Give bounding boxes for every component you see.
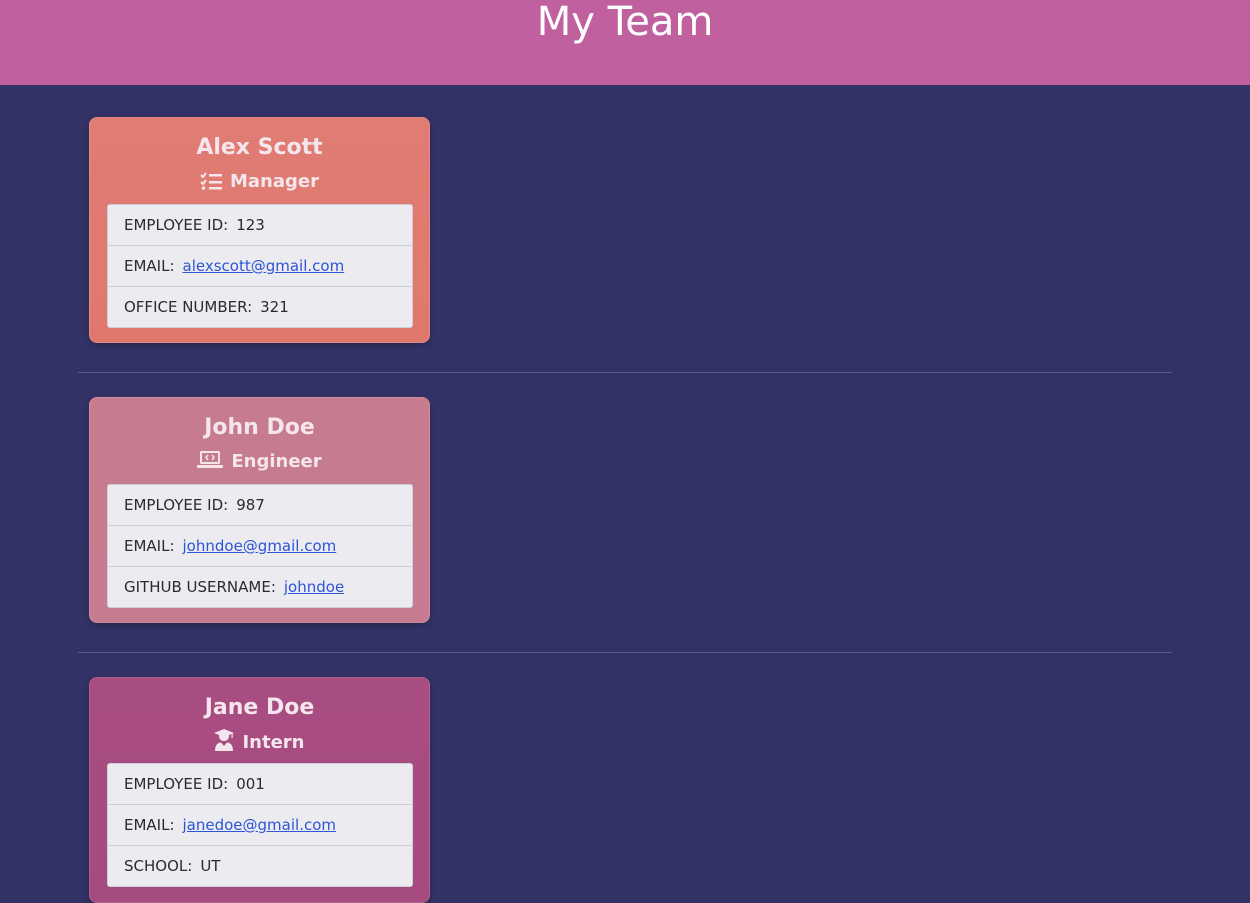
row-value: UT — [200, 857, 221, 875]
github-link[interactable]: johndoe — [284, 578, 344, 596]
row-label: OFFICE NUMBER: — [124, 298, 253, 316]
row-label: GITHUB USERNAME: — [124, 578, 276, 596]
role-label: Manager — [230, 171, 319, 192]
list-item-employee-id: EMPLOYEE ID: 001 — [108, 764, 412, 805]
row-label: EMPLOYEE ID: — [124, 775, 229, 793]
divider — [78, 652, 1172, 653]
list-item-email: EMAIL: alexscott@gmail.com — [108, 246, 412, 287]
employee-info-list: EMPLOYEE ID: 987 EMAIL: johndoe@gmail.com … — [107, 484, 413, 608]
employee-name: John Doe — [204, 415, 315, 440]
user-graduate-icon — [214, 729, 235, 758]
row-label: EMPLOYEE ID: — [124, 216, 229, 234]
email-link[interactable]: johndoe@gmail.com — [183, 537, 337, 555]
row-value: 001 — [236, 775, 265, 793]
email-link[interactable]: alexscott@gmail.com — [183, 257, 345, 275]
page-title: My Team — [536, 0, 714, 45]
divider — [78, 372, 1172, 373]
role-label: Engineer — [231, 451, 322, 472]
employee-info-list: EMPLOYEE ID: 123 EMAIL: alexscott@gmail.co… — [107, 204, 413, 328]
employee-role: Intern — [90, 729, 429, 758]
row-label: EMAIL: — [124, 816, 175, 834]
laptop-code-icon — [197, 450, 224, 477]
email-link[interactable]: janedoe@gmail.com — [183, 816, 337, 834]
list-item-school: SCHOOL: UT — [108, 846, 412, 886]
employee-info-list: EMPLOYEE ID: 001 EMAIL: janedoe@gmail.com … — [107, 763, 413, 887]
list-item-employee-id: EMPLOYEE ID: 987 — [108, 485, 412, 526]
role-label: Intern — [242, 732, 305, 753]
row-label: EMAIL: — [124, 257, 175, 275]
tasks-icon — [200, 172, 222, 197]
row-value: 123 — [236, 216, 265, 234]
employee-card-manager: Alex Scott Manager EMPLOYEE ID: 123 EMAIL… — [89, 117, 430, 343]
employee-role: Engineer — [90, 450, 429, 477]
row-value: 321 — [260, 298, 289, 316]
employee-name: Jane Doe — [204, 695, 315, 720]
list-item-github: GITHUB USERNAME: johndoe — [108, 567, 412, 607]
row-value: 987 — [236, 496, 265, 514]
employee-card-engineer: John Doe Engineer EMPLOYEE ID: 987 EMAIL:… — [89, 397, 430, 623]
list-item-office-number: OFFICE NUMBER: 321 — [108, 287, 412, 327]
list-item-employee-id: EMPLOYEE ID: 123 — [108, 205, 412, 246]
employee-card-intern: Jane Doe Intern EMPLOYEE ID: 001 EMAIL: ja… — [89, 677, 430, 903]
page-header: My Team — [0, 0, 1250, 85]
row-label: SCHOOL: — [124, 857, 193, 875]
list-item-email: EMAIL: johndoe@gmail.com — [108, 526, 412, 567]
list-item-email: EMAIL: janedoe@gmail.com — [108, 805, 412, 846]
employee-name: Alex Scott — [196, 135, 323, 160]
row-label: EMPLOYEE ID: — [124, 496, 229, 514]
row-label: EMAIL: — [124, 537, 175, 555]
employee-role: Manager — [90, 170, 429, 197]
